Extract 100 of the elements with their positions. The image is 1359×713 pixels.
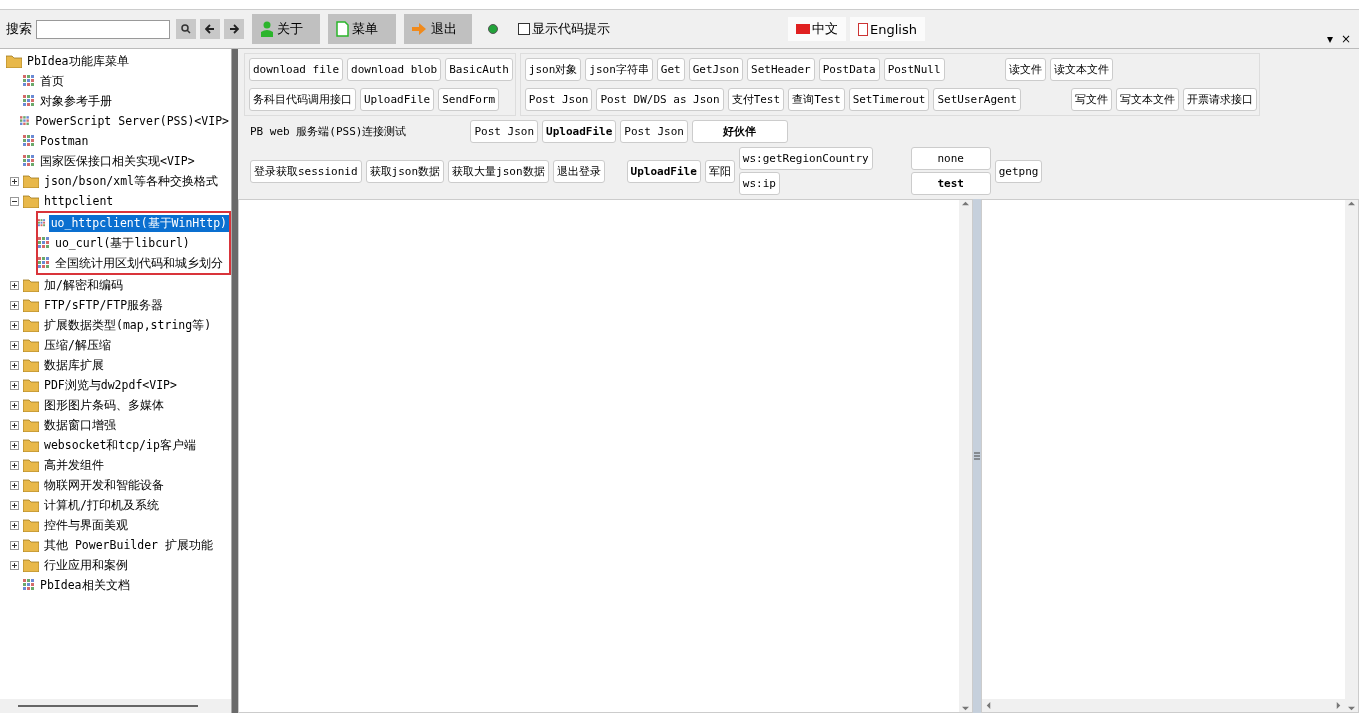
action-button[interactable]: 获取json数据 (365, 159, 445, 183)
vertical-scrollbar[interactable] (958, 200, 972, 712)
tree-item[interactable]: 高并发组件 (42, 456, 106, 474)
action-button[interactable]: ws:getRegionCountry (738, 147, 873, 170)
tree-item[interactable]: json/bson/xml等各种交换格式 (42, 172, 220, 190)
action-button[interactable]: json对象 (524, 58, 582, 81)
action-button[interactable]: 获取大量json数据 (448, 159, 549, 183)
action-button[interactable]: BasicAuth (445, 58, 513, 81)
tree-item[interactable]: 计算机/打印机及系统 (42, 496, 161, 514)
tree-item[interactable]: FTP/sFTP/FTP服务器 (42, 296, 166, 314)
expand-icon[interactable] (10, 480, 19, 490)
tree-item[interactable]: 国家医保接口相关实现<VIP> (38, 152, 197, 170)
action-button[interactable]: test (910, 172, 991, 195)
search-field[interactable] (36, 19, 170, 39)
expand-icon[interactable] (10, 460, 19, 470)
action-button[interactable]: UploadFile (626, 159, 701, 183)
expand-icon[interactable] (10, 560, 19, 570)
expand-icon[interactable] (10, 380, 19, 390)
tree-item[interactable]: 对象参考手册 (38, 92, 114, 110)
action-button[interactable]: PostNull (883, 58, 945, 81)
action-button[interactable]: PostData (818, 58, 880, 81)
tree-item[interactable]: uo_httpclient(基于WinHttp) (48, 214, 229, 232)
expand-icon[interactable] (10, 520, 19, 530)
expand-icon[interactable] (10, 176, 19, 186)
action-button[interactable]: getpng (994, 159, 1043, 183)
action-button[interactable]: 退出登录 (552, 159, 605, 183)
tree-item[interactable]: 数据库扩展 (42, 356, 106, 374)
action-button[interactable]: 写文件 (1070, 88, 1112, 111)
expand-icon[interactable] (10, 320, 19, 330)
action-button[interactable]: SetTimerout (848, 88, 930, 111)
action-button[interactable]: UploadFile (542, 120, 617, 143)
expand-icon[interactable] (10, 340, 19, 350)
tree-item[interactable]: 加/解密和编码 (42, 276, 125, 294)
tree-item[interactable]: 扩展数据类型(map,string等) (42, 316, 214, 334)
tree-item[interactable]: 图形图片条码、多媒体 (42, 396, 166, 414)
tree-item[interactable]: 行业应用和案例 (42, 556, 130, 574)
tree-item[interactable]: 其他 PowerBuilder 扩展功能 (42, 536, 215, 554)
code-hint-checkbox[interactable]: 显示代码提示 (518, 20, 610, 38)
collapse-icon[interactable] (10, 196, 19, 206)
tree-item[interactable]: websocket和tcp/ip客户端 (42, 436, 198, 454)
scrollbar-thumb[interactable] (18, 705, 198, 707)
tree-item[interactable]: httpclient (42, 193, 116, 209)
tree-item[interactable]: PbIdea功能库菜单 (25, 52, 131, 70)
action-button[interactable]: SendForm (438, 88, 500, 111)
tree-item[interactable]: 压缩/解压缩 (42, 336, 113, 354)
expand-icon[interactable] (10, 540, 19, 550)
action-button[interactable]: SetUserAgent (933, 88, 1021, 111)
expand-icon[interactable] (10, 280, 19, 290)
action-button[interactable]: Post Json (470, 120, 539, 143)
action-button[interactable]: 登录获取sessionid (250, 159, 362, 183)
search-button[interactable] (176, 19, 196, 39)
expand-icon[interactable] (10, 440, 19, 450)
tree-item[interactable]: 控件与界面美观 (42, 516, 130, 534)
action-button[interactable]: 开票请求接口 (1182, 88, 1257, 111)
expand-icon[interactable] (10, 500, 19, 510)
toolbar-button[interactable]: 菜单 (328, 14, 396, 44)
action-button[interactable]: download blob (347, 58, 442, 81)
toolbar-button[interactable]: 退出 (404, 14, 472, 44)
action-button[interactable]: SetHeader (747, 58, 815, 81)
tree-item[interactable]: Postman (38, 133, 91, 149)
vertical-scrollbar[interactable] (1345, 200, 1358, 712)
back-button[interactable] (200, 19, 220, 39)
action-button[interactable]: 支付Test (727, 88, 785, 111)
action-button[interactable]: Post Json (620, 120, 688, 143)
language-button[interactable]: 中文 (788, 17, 846, 41)
tree-item[interactable]: PowerScript Server(PSS)<VIP> (33, 113, 231, 129)
action-button[interactable]: GetJson (688, 58, 744, 81)
expand-icon[interactable] (10, 400, 19, 410)
close-button[interactable]: × (1340, 32, 1351, 46)
action-button[interactable]: json字符串 (585, 58, 653, 81)
action-button[interactable]: none (910, 147, 991, 170)
dropdown-button[interactable]: ▾ (1326, 32, 1333, 46)
action-button[interactable]: 读文件 (1004, 58, 1046, 81)
tree-item[interactable]: PbIdea相关文档 (38, 576, 132, 594)
expand-icon[interactable] (10, 360, 19, 370)
splitter-handle[interactable] (972, 199, 981, 713)
expand-icon[interactable] (10, 420, 19, 430)
action-button[interactable]: 军阳 (704, 159, 735, 183)
tree-item[interactable]: PDF浏览与dw2pdf<VIP> (42, 376, 179, 394)
tree-item[interactable]: 物联网开发和智能设备 (42, 476, 166, 494)
action-button[interactable]: 好伙伴 (691, 120, 788, 143)
forward-button[interactable] (224, 19, 244, 39)
tree-item[interactable]: 全国统计用区划代码和城乡划分 (53, 254, 225, 272)
tree-item[interactable]: 首页 (38, 72, 66, 90)
action-button[interactable]: Post DW/DS as Json (596, 88, 724, 111)
action-button[interactable]: 写文本文件 (1115, 88, 1179, 111)
tree-item[interactable]: uo_curl(基于libcurl) (53, 234, 192, 252)
horizontal-scrollbar[interactable] (981, 699, 1345, 712)
expand-icon[interactable] (10, 300, 19, 310)
tree-item[interactable]: 数据窗口增强 (42, 416, 118, 434)
action-button[interactable]: ws:ip (738, 172, 780, 195)
action-button[interactable]: download file (249, 58, 344, 81)
language-button[interactable]: English (850, 17, 925, 41)
action-button[interactable]: UploadFile (360, 88, 435, 111)
action-button[interactable]: 读文本文件 (1049, 58, 1113, 81)
action-button[interactable]: Get (656, 58, 685, 81)
action-button[interactable]: Post Json (524, 88, 593, 111)
action-button[interactable]: 查询Test (788, 88, 845, 111)
toolbar-button[interactable]: 关于 (252, 14, 320, 44)
action-button[interactable]: 务科目代码调用接口 (249, 88, 356, 111)
